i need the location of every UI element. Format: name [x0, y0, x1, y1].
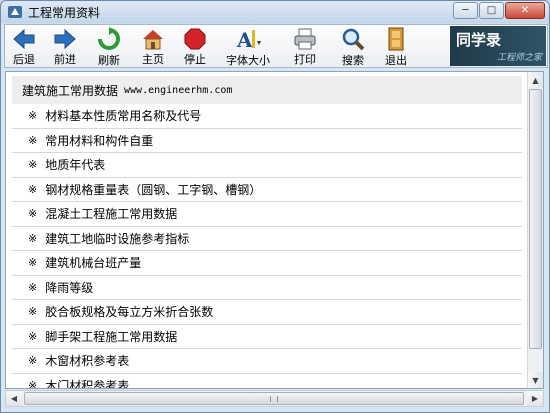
app-window: 工程常用资料 ─ □ ✕ 后退 前进 刷新 主页 停止 A 字体大小 打印 搜索…: [0, 0, 550, 413]
toolbar: 后退 前进 刷新 主页 停止 A 字体大小 打印 搜索 退出 同学录 工程师之家: [4, 24, 548, 68]
list-item-label[interactable]: 木门材积参考表: [45, 377, 129, 388]
content-pane: 建筑施工常用数据 www.engineerhm.com ※ 材料基本性质常用名称及…: [5, 71, 544, 389]
bullet-mark: ※: [28, 329, 38, 343]
printer-icon: [292, 27, 318, 50]
brand-banner[interactable]: 同学录 工程师之家: [450, 26, 546, 66]
bullet-mark: ※: [28, 378, 38, 388]
maximize-button[interactable]: □: [479, 2, 504, 19]
back-button[interactable]: 后退: [5, 25, 43, 67]
list-item-label[interactable]: 常用材料和构件自重: [45, 132, 153, 149]
horizontal-scrollbar[interactable]: ◀ ▶: [5, 390, 544, 407]
refresh-icon: [96, 27, 122, 51]
scroll-up-button[interactable]: ▲: [528, 72, 543, 88]
list-item[interactable]: ※ 钢材规格重量表（圆钢、工字钢、槽钢）: [12, 178, 522, 202]
bullet-mark: ※: [28, 280, 38, 294]
bullet-mark: ※: [28, 158, 38, 172]
forward-arrow-icon: [52, 27, 78, 50]
app-logo-icon: [7, 4, 23, 20]
list-item-label[interactable]: 降雨等级: [45, 279, 93, 296]
bullet-mark: ※: [28, 207, 38, 221]
window-controls: ─ □ ✕: [453, 2, 545, 19]
list-item[interactable]: ※ 脚手架工程施工常用数据: [12, 325, 522, 349]
site-url: www.engineerhm.com: [124, 84, 233, 96]
bullet-mark: ※: [28, 182, 38, 196]
list-item[interactable]: ※ 木门材积参考表: [12, 374, 522, 388]
back-label: 后退: [13, 53, 35, 66]
search-label: 搜索: [342, 54, 364, 67]
stop-label: 停止: [184, 53, 206, 66]
back-arrow-icon: [11, 27, 37, 50]
list-item[interactable]: ※ 地质年代表: [12, 153, 522, 178]
list-item-label[interactable]: 混凝土工程施工常用数据: [45, 205, 177, 222]
list-item[interactable]: ※ 木窗材积参考表: [12, 349, 522, 374]
minimize-button[interactable]: ─: [453, 2, 478, 19]
bullet-mark: ※: [28, 354, 38, 368]
bullet-mark: ※: [28, 133, 38, 147]
title-bar[interactable]: 工程常用资料 ─ □ ✕: [1, 1, 549, 23]
scroll-right-button[interactable]: ▶: [527, 391, 543, 406]
home-icon: [140, 27, 166, 50]
list-item[interactable]: ※ 混凝土工程施工常用数据: [12, 202, 522, 227]
scroll-left-button[interactable]: ◀: [6, 391, 22, 406]
bullet-mark: ※: [28, 109, 38, 123]
list-item[interactable]: ※ 胶合板规格及每立方米折合张数: [12, 300, 522, 325]
section-title: 建筑施工常用数据: [22, 83, 119, 98]
exit-door-icon: [383, 27, 409, 51]
stop-icon: [182, 27, 208, 50]
list-item[interactable]: ※ 材料基本性质常用名称及代号: [12, 104, 522, 129]
exit-label: 退出: [385, 54, 407, 67]
bullet-mark: ※: [28, 305, 38, 319]
refresh-label: 刷新: [98, 54, 120, 67]
exit-button[interactable]: 退出: [377, 25, 415, 67]
font-size-label: 字体大小: [226, 54, 270, 67]
list-item-label[interactable]: 建筑机械台班产量: [45, 254, 141, 271]
forward-label: 前进: [54, 53, 76, 66]
vertical-scroll-thumb[interactable]: [529, 89, 542, 349]
document-list: 建筑施工常用数据 www.engineerhm.com ※ 材料基本性质常用名称及…: [6, 72, 528, 388]
search-icon: [340, 27, 366, 51]
vertical-scrollbar[interactable]: ▲ ▼: [527, 72, 543, 388]
list-item[interactable]: ※ 降雨等级: [12, 276, 522, 300]
brand-title: 同学录: [456, 31, 502, 49]
horizontal-scroll-thumb[interactable]: [24, 392, 524, 405]
print-button[interactable]: 打印: [281, 25, 329, 67]
print-label: 打印: [294, 53, 316, 66]
bullet-mark: ※: [28, 231, 38, 245]
list-item[interactable]: ※ 建筑机械台班产量: [12, 251, 522, 276]
home-label: 主页: [142, 53, 164, 66]
list-item[interactable]: ※ 建筑工地临时设施参考指标: [12, 227, 522, 251]
brand-subtitle: 工程师之家: [496, 53, 542, 63]
font-size-icon: A: [235, 27, 261, 51]
bullet-mark: ※: [28, 256, 38, 270]
refresh-button[interactable]: 刷新: [87, 25, 131, 67]
list-item-label[interactable]: 建筑工地临时设施参考指标: [45, 230, 189, 247]
forward-button[interactable]: 前进: [43, 25, 87, 67]
list-item-label[interactable]: 木窗材积参考表: [45, 352, 129, 369]
list-item-label[interactable]: 胶合板规格及每立方米折合张数: [45, 303, 213, 320]
list-item[interactable]: ※ 常用材料和构件自重: [12, 129, 522, 153]
list-item-label[interactable]: 钢材规格重量表（圆钢、工字钢、槽钢）: [45, 181, 261, 198]
scroll-down-button[interactable]: ▼: [528, 372, 543, 388]
svg-text:A: A: [236, 28, 253, 51]
window-title: 工程常用资料: [28, 5, 101, 20]
section-header: 建筑施工常用数据 www.engineerhm.com: [12, 76, 522, 104]
home-button[interactable]: 主页: [131, 25, 175, 67]
stop-button[interactable]: 停止: [175, 25, 215, 67]
search-button[interactable]: 搜索: [329, 25, 377, 67]
close-button[interactable]: ✕: [505, 2, 545, 19]
list-item-label[interactable]: 地质年代表: [45, 156, 105, 173]
font-size-button[interactable]: A 字体大小: [215, 25, 281, 67]
list-item-label[interactable]: 材料基本性质常用名称及代号: [45, 107, 201, 124]
list-item-label[interactable]: 脚手架工程施工常用数据: [45, 328, 177, 345]
